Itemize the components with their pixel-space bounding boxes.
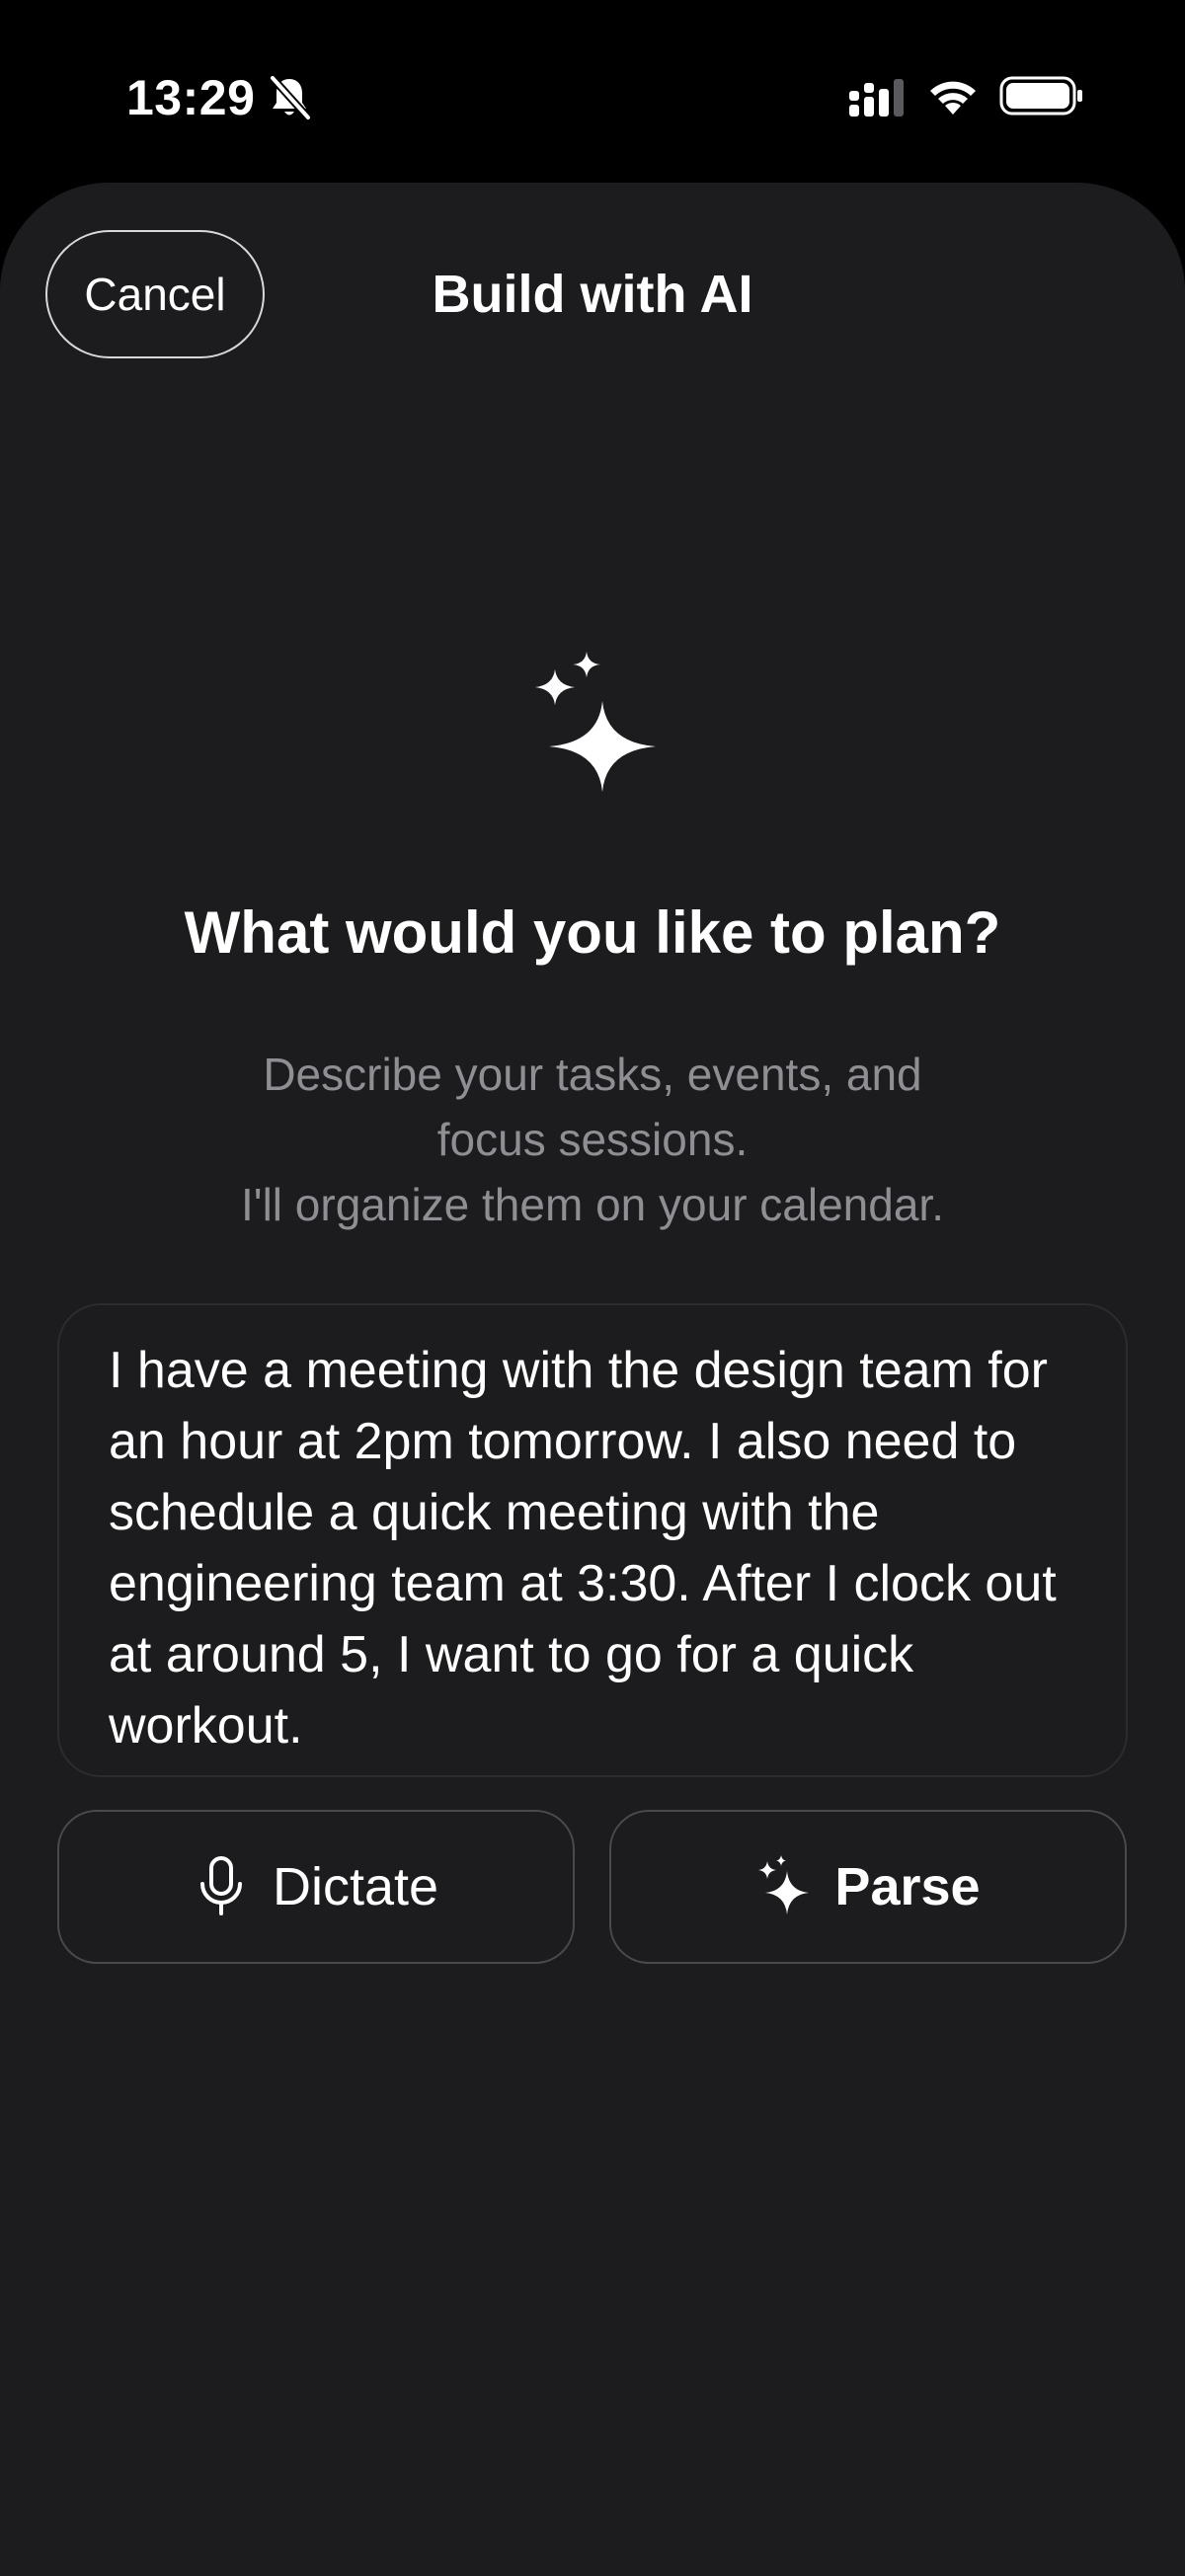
wifi-icon [930, 81, 976, 115]
dictate-button[interactable]: Dictate [57, 1810, 575, 1964]
subtext-line: I'll organize them on your calendar. [241, 1179, 944, 1230]
subtext: Describe your tasks, events, and focus s… [148, 1042, 1037, 1237]
sparkles-icon [535, 652, 656, 792]
cellular-signal-icon [849, 79, 904, 117]
sparkles-icon [755, 1855, 811, 1918]
headline: What would you like to plan? [184, 899, 1001, 966]
status-time: 13:29 [126, 70, 256, 125]
subtext-line: focus sessions. [436, 1114, 749, 1165]
sheet-title: Build with AI [432, 265, 753, 324]
bell-slash-icon [270, 75, 311, 120]
parse-label: Parse [834, 1857, 981, 1916]
build-with-ai-sheet: Cancel Build with AI What would you like… [0, 183, 1185, 2576]
battery-icon [999, 76, 1082, 116]
dictate-label: Dictate [272, 1857, 439, 1916]
status-bar: 13:29 [0, 0, 1185, 183]
parse-button[interactable]: Parse [609, 1810, 1127, 1964]
prompt-input[interactable]: I have a meeting with the design team fo… [57, 1303, 1128, 1777]
cancel-button[interactable]: Cancel [45, 230, 265, 358]
subtext-line: Describe your tasks, events, and [263, 1049, 922, 1100]
microphone-icon [194, 1855, 249, 1918]
